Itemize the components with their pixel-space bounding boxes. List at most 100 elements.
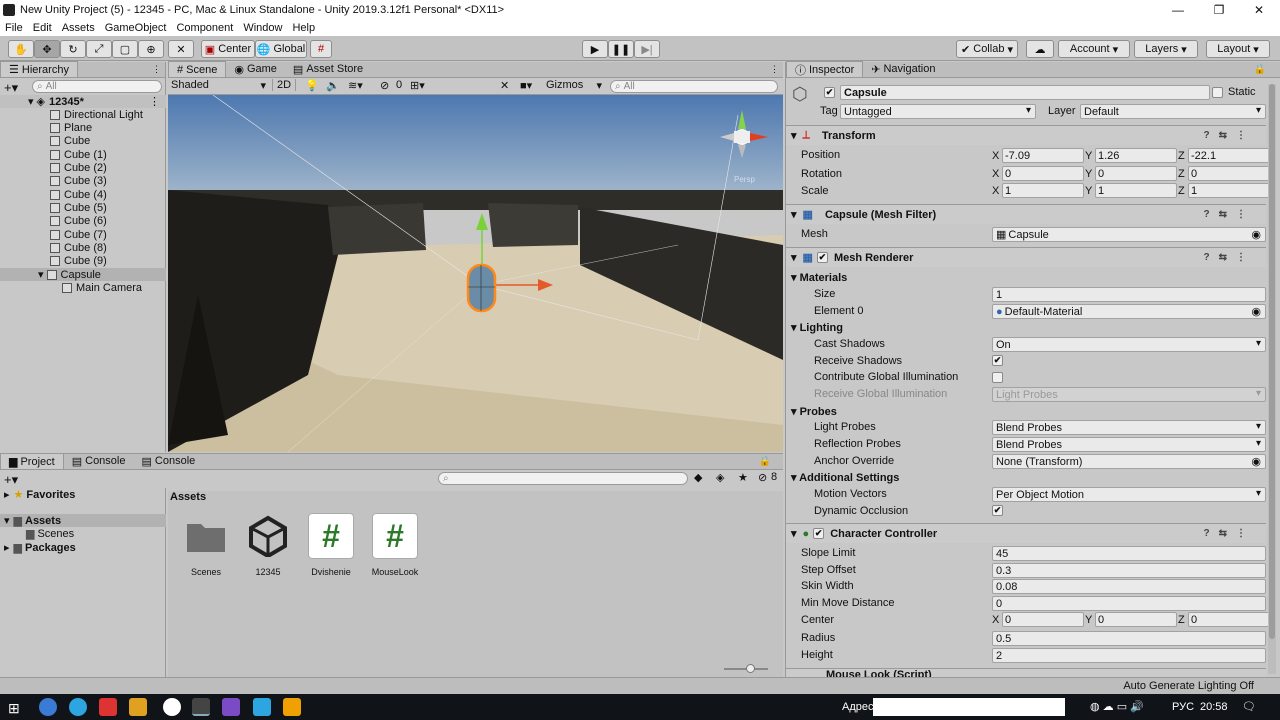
- center-x-value[interactable]: 0: [1002, 612, 1084, 627]
- list-item[interactable]: Cube (1): [0, 148, 166, 161]
- telegram-icon[interactable]: [253, 698, 271, 716]
- list-item[interactable]: Plane: [0, 121, 166, 134]
- rotate-tool-button[interactable]: ↻: [60, 40, 86, 58]
- element0-field[interactable]: ● Default-Material ◉: [992, 304, 1266, 319]
- object-picker-icon[interactable]: ◉: [1251, 305, 1261, 318]
- help-icon[interactable]: ?: [1204, 528, 1210, 539]
- move-tool-button[interactable]: ✥: [34, 40, 60, 58]
- file-manager-icon[interactable]: [129, 698, 147, 716]
- center-x[interactable]: X0: [992, 612, 1084, 627]
- list-item[interactable]: Directional Light: [0, 108, 166, 121]
- address-input[interactable]: [873, 698, 1065, 716]
- position-x-value[interactable]: -7.09: [1002, 148, 1084, 163]
- scene-root-row[interactable]: ▾ ◈ 12345* ⋮: [0, 95, 166, 108]
- gizmos-dropdown[interactable]: Gizmos ▾: [546, 79, 602, 92]
- windows-start-icon[interactable]: ⊞: [8, 700, 20, 717]
- chrome-icon[interactable]: [39, 698, 57, 716]
- tab-asset-store[interactable]: ▤ Asset Store: [285, 61, 371, 77]
- enabled-checkbox[interactable]: ✔: [816, 252, 828, 263]
- scale-tool-button[interactable]: ⤢: [86, 40, 112, 58]
- lighting-section[interactable]: ▾ Lighting: [791, 321, 844, 334]
- snap-button[interactable]: #: [310, 40, 332, 58]
- probes-section[interactable]: ▾ Probes: [791, 405, 838, 418]
- tab-scene[interactable]: # Scene: [168, 61, 227, 77]
- list-item[interactable]: Cube (6): [0, 214, 166, 227]
- layers-dropdown[interactable]: Layers ▾: [1134, 40, 1198, 58]
- hierarchy-search[interactable]: ⌕ All: [32, 80, 162, 93]
- height-field[interactable]: 2: [992, 648, 1266, 663]
- transform-header[interactable]: ▾ ⟂ Transform ? ⇆ ⋮: [786, 125, 1266, 145]
- unity-taskbar-icon[interactable]: [192, 698, 210, 716]
- star-icon[interactable]: ★: [738, 471, 748, 484]
- create-plus-button[interactable]: +▾: [4, 80, 18, 96]
- motion-vectors-dropdown[interactable]: Per Object Motion: [992, 487, 1266, 502]
- receive-shadows-checkbox[interactable]: ✔: [992, 355, 1003, 366]
- transform-tool-button[interactable]: ⊕: [138, 40, 164, 58]
- menu-component[interactable]: Component: [171, 22, 238, 34]
- kebab-menu-icon[interactable]: ⋮: [1236, 528, 1246, 539]
- list-item[interactable]: Main Camera: [0, 281, 166, 294]
- hand-tool-button[interactable]: ✋: [8, 40, 34, 58]
- scale-z[interactable]: Z1: [1178, 183, 1270, 198]
- packages-row[interactable]: ▸ ▆ Packages: [0, 541, 166, 555]
- icon-size-slider[interactable]: [724, 664, 768, 673]
- lightbulb-icon[interactable]: 💡: [305, 79, 319, 92]
- contribute-gi-checkbox[interactable]: [992, 372, 1003, 383]
- presets-icon[interactable]: ⇆: [1219, 130, 1227, 141]
- mouse-look-header[interactable]: Mouse Look (Script): [786, 668, 1266, 677]
- presets-icon[interactable]: ⇆: [1219, 528, 1227, 539]
- active-checkbox[interactable]: ✔: [824, 87, 835, 98]
- list-item[interactable]: Cube (3): [0, 174, 166, 187]
- cast-shadows-dropdown[interactable]: On: [992, 337, 1266, 352]
- kebab-menu-icon[interactable]: ⋮: [149, 95, 160, 108]
- rotation-z[interactable]: Z0: [1178, 166, 1270, 181]
- tab-hierarchy[interactable]: ☰ Hierarchy: [0, 61, 78, 77]
- assets-root-row[interactable]: ▾ ▆ Assets: [0, 514, 166, 527]
- help-icon[interactable]: ?: [1204, 209, 1210, 220]
- size-field[interactable]: 1: [992, 287, 1266, 302]
- scene-search[interactable]: ⌕ All: [610, 80, 778, 93]
- rotation-y[interactable]: Y0: [1085, 166, 1177, 181]
- menu-help[interactable]: Help: [287, 22, 320, 34]
- slider-thumb[interactable]: [746, 664, 755, 673]
- clock[interactable]: 20:58: [1200, 701, 1228, 713]
- additional-settings-section[interactable]: ▾ Additional Settings: [791, 471, 899, 484]
- tab-console-2[interactable]: ▤ Console: [133, 453, 203, 469]
- camera-icon[interactable]: ■▾: [520, 79, 532, 92]
- label-icon[interactable]: ◈: [716, 471, 724, 484]
- scenes-folder-row[interactable]: ▆ Scenes: [0, 527, 166, 541]
- scale-y[interactable]: Y1: [1085, 183, 1177, 198]
- mesh-field[interactable]: ▦ Capsule ◉: [992, 227, 1266, 242]
- layout-dropdown[interactable]: Layout ▾: [1206, 40, 1270, 58]
- lighting-status[interactable]: Auto Generate Lighting Off: [1123, 680, 1254, 692]
- step-offset-field[interactable]: 0.3: [992, 563, 1266, 578]
- list-item[interactable]: Cube: [0, 134, 166, 147]
- scrollbar-thumb[interactable]: [1269, 84, 1275, 639]
- custom-tool-button[interactable]: ✕: [168, 40, 194, 58]
- tag-dropdown[interactable]: Untagged: [840, 104, 1036, 119]
- rect-tool-button[interactable]: ▢: [112, 40, 138, 58]
- mesh-filter-header[interactable]: ▾ ▦ Capsule (Mesh Filter) ? ⇆ ⋮: [786, 204, 1266, 224]
- grid-toggle-icon[interactable]: ⊞▾: [410, 79, 425, 92]
- visual-studio-icon[interactable]: [222, 698, 240, 716]
- scale-z-value[interactable]: 1: [1188, 183, 1270, 198]
- min-move-field[interactable]: 0: [992, 596, 1266, 611]
- tray-icons[interactable]: ◍ ☁ ▭ 🔊: [1090, 700, 1144, 713]
- audio-icon[interactable]: 🔈: [326, 79, 340, 92]
- hidden-layers-icon[interactable]: ⊘: [758, 471, 767, 484]
- lock-icon[interactable]: 🔒: [1254, 64, 1266, 75]
- static-checkbox[interactable]: [1212, 87, 1223, 98]
- scale-x-value[interactable]: 1: [1002, 183, 1084, 198]
- tools-icon[interactable]: ✕: [500, 79, 509, 92]
- list-item[interactable]: Cube (7): [0, 228, 166, 241]
- list-item[interactable]: Cube (4): [0, 188, 166, 201]
- rotation-x-value[interactable]: 0: [1002, 166, 1084, 181]
- list-item[interactable]: Cube (5): [0, 201, 166, 214]
- close-button[interactable]: ✕: [1236, 0, 1280, 20]
- object-picker-icon[interactable]: ◉: [1251, 228, 1261, 241]
- pivot-center-toggle[interactable]: ▣ Center: [201, 40, 255, 58]
- presets-icon[interactable]: ⇆: [1219, 252, 1227, 263]
- help-icon[interactable]: ?: [1204, 130, 1210, 141]
- effects-icon[interactable]: ≋▾: [348, 79, 363, 92]
- menu-edit[interactable]: Edit: [28, 22, 57, 34]
